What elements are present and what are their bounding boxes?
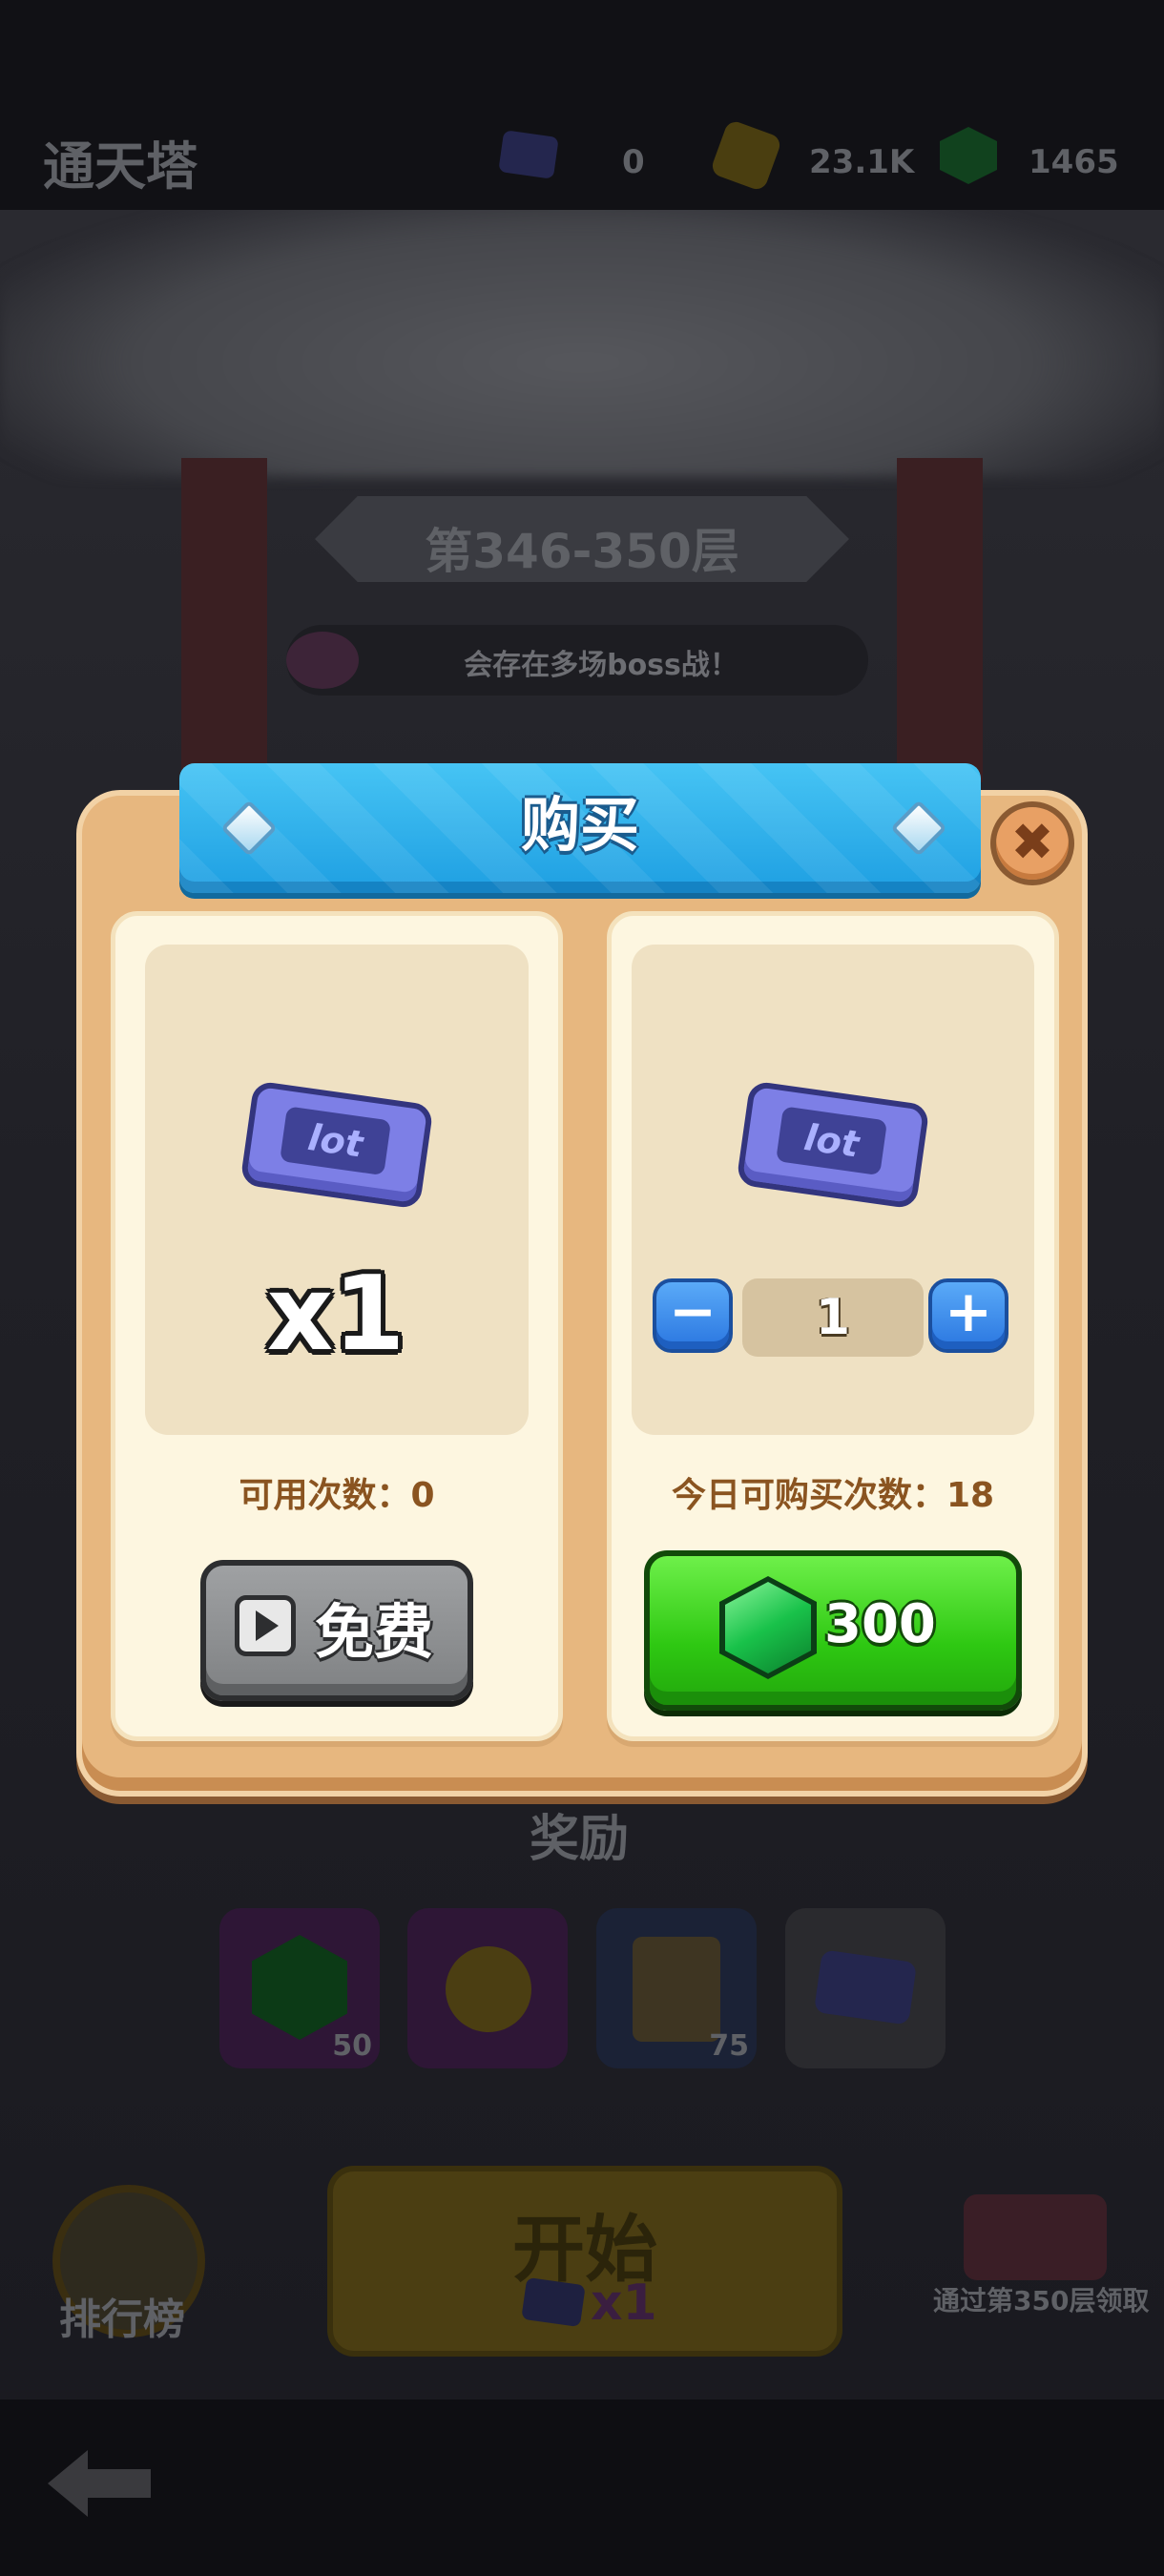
gem-count: 1465 xyxy=(1029,143,1119,181)
boss-icon xyxy=(286,632,359,689)
reward-shovel[interactable] xyxy=(407,1908,568,2068)
pillar-left xyxy=(181,458,267,782)
chest-icon[interactable] xyxy=(964,2194,1107,2280)
reward-count: 75 xyxy=(709,2029,749,2063)
chest-label: 通过第350层领取 xyxy=(933,2285,1150,2316)
plus-icon: + xyxy=(944,1278,993,1345)
ticket-icon xyxy=(521,2276,586,2328)
cloud-decoration xyxy=(0,191,1164,477)
close-icon: ✖ xyxy=(1010,812,1054,872)
back-arrow-icon[interactable] xyxy=(48,2450,153,2521)
quantity-value: 1 xyxy=(742,1278,924,1357)
ticket-icon[interactable] xyxy=(498,130,559,179)
dialog-title: 购买 xyxy=(520,790,639,860)
start-cost: x1 xyxy=(591,2275,657,2332)
daily-purchase-count: 今日可购买次数：18 xyxy=(671,1476,995,1515)
decrease-button[interactable]: − xyxy=(653,1278,733,1353)
price-label: 300 xyxy=(824,1593,936,1655)
start-button[interactable]: 开始 x1 xyxy=(327,2166,842,2357)
close-button[interactable]: ✖ xyxy=(990,801,1074,885)
floor-range-label: 第346-350层 xyxy=(425,524,739,579)
minus-icon: − xyxy=(668,1278,717,1345)
page-title: 通天塔 xyxy=(43,136,197,197)
green-gem-icon xyxy=(252,1935,347,2040)
notice-text: 会存在多场boss战！ xyxy=(464,649,738,682)
bottom-bar xyxy=(0,2399,1164,2576)
gold-count: 23.1K xyxy=(809,143,915,181)
available-count: 可用次数：0 xyxy=(239,1476,435,1515)
shovel-icon xyxy=(446,1946,531,2032)
rewards-title: 奖励 xyxy=(530,1811,630,1868)
play-triangle xyxy=(256,1610,279,1641)
scroll-icon xyxy=(633,1937,720,2042)
reward-gem[interactable]: 50 xyxy=(219,1908,380,2068)
free-amount: x1 xyxy=(266,1255,405,1374)
reward-scroll[interactable]: 75 xyxy=(596,1908,757,2068)
ticket-icon xyxy=(813,1949,918,2025)
increase-button[interactable]: + xyxy=(928,1278,1008,1353)
leaderboard-label: 排行榜 xyxy=(59,2296,185,2344)
reward-ticket[interactable] xyxy=(785,1908,946,2068)
start-label: 开始 xyxy=(512,2207,657,2292)
pillar-right xyxy=(897,458,983,782)
free-button-label: 免费 xyxy=(315,1597,434,1667)
ticket-count: 0 xyxy=(622,143,645,181)
reward-count: 50 xyxy=(332,2029,372,2063)
